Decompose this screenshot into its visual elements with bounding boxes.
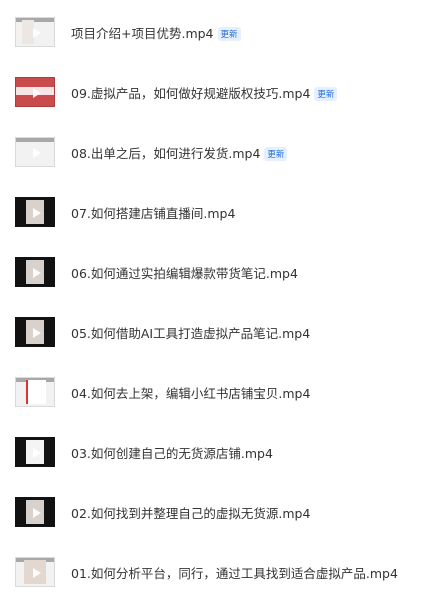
play-icon xyxy=(33,88,41,98)
video-title[interactable]: 07.如何搭建店铺直播间.mp4 xyxy=(71,203,235,222)
play-icon xyxy=(33,148,41,158)
video-item-07[interactable]: 07.如何搭建店铺直播间.mp4 xyxy=(0,197,447,241)
video-title-text: 02.如何找到并整理自己的虚拟无货源.mp4 xyxy=(71,506,311,521)
video-title[interactable]: 04.如何去上架，编辑小红书店铺宝贝.mp4 xyxy=(71,383,310,402)
video-item-05[interactable]: 05.如何借助AI工具打造虚拟产品笔记.mp4 xyxy=(0,317,447,361)
video-thumbnail[interactable] xyxy=(15,257,55,287)
video-item-09[interactable]: 09.虚拟产品，如何做好规避版权技巧.mp4 更新 xyxy=(0,77,447,121)
play-icon xyxy=(33,28,41,38)
video-thumbnail[interactable] xyxy=(15,437,55,467)
video-title-text: 06.如何通过实拍编辑爆款带货笔记.mp4 xyxy=(71,266,298,281)
video-title-text: 03.如何创建自己的无货源店铺.mp4 xyxy=(71,446,273,461)
video-thumbnail[interactable] xyxy=(15,137,55,167)
play-icon xyxy=(33,208,41,218)
video-title[interactable]: 06.如何通过实拍编辑爆款带货笔记.mp4 xyxy=(71,263,298,282)
play-icon xyxy=(33,448,41,458)
video-thumbnail[interactable] xyxy=(15,77,55,107)
video-title[interactable]: 03.如何创建自己的无货源店铺.mp4 xyxy=(71,443,273,462)
video-thumbnail[interactable] xyxy=(15,557,55,587)
video-title-text: 05.如何借助AI工具打造虚拟产品笔记.mp4 xyxy=(71,326,311,341)
update-badge: 更新 xyxy=(314,87,338,101)
video-item-intro[interactable]: 项目介绍+项目优势.mp4 更新 xyxy=(0,17,447,61)
play-icon xyxy=(33,568,41,578)
video-thumbnail[interactable] xyxy=(15,197,55,227)
video-title[interactable]: 09.虚拟产品，如何做好规避版权技巧.mp4 更新 xyxy=(71,83,338,102)
video-file-list: 项目介绍+项目优势.mp4 更新 09.虚拟产品，如何做好规避版权技巧.mp4 更新… xyxy=(0,0,447,605)
video-title[interactable]: 05.如何借助AI工具打造虚拟产品笔记.mp4 xyxy=(71,323,310,342)
video-item-04[interactable]: 04.如何去上架，编辑小红书店铺宝贝.mp4 xyxy=(0,377,447,421)
play-icon xyxy=(33,388,41,398)
video-title-text: 项目介绍+项目优势.mp4 xyxy=(71,26,214,41)
play-icon xyxy=(33,508,41,518)
video-item-03[interactable]: 03.如何创建自己的无货源店铺.mp4 xyxy=(0,437,447,481)
video-title-text: 04.如何去上架，编辑小红书店铺宝贝.mp4 xyxy=(71,386,311,401)
video-thumbnail[interactable] xyxy=(15,317,55,347)
update-badge: 更新 xyxy=(264,147,288,161)
video-title-text: 01.如何分析平台，同行，通过工具找到适合虚拟产品.mp4 xyxy=(71,566,398,581)
video-title-text: 07.如何搭建店铺直播间.mp4 xyxy=(71,206,236,221)
video-item-06[interactable]: 06.如何通过实拍编辑爆款带货笔记.mp4 xyxy=(0,257,447,301)
update-badge: 更新 xyxy=(217,27,241,41)
video-title[interactable]: 08.出单之后，如何进行发货.mp4 更新 xyxy=(71,143,288,162)
video-thumbnail[interactable] xyxy=(15,497,55,527)
video-title[interactable]: 项目介绍+项目优势.mp4 更新 xyxy=(71,23,241,42)
video-title-text: 09.虚拟产品，如何做好规避版权技巧.mp4 xyxy=(71,86,311,101)
video-thumbnail[interactable] xyxy=(15,17,55,47)
video-item-08[interactable]: 08.出单之后，如何进行发货.mp4 更新 xyxy=(0,137,447,181)
play-icon xyxy=(33,328,41,338)
video-item-02[interactable]: 02.如何找到并整理自己的虚拟无货源.mp4 xyxy=(0,497,447,541)
video-item-01[interactable]: 01.如何分析平台，同行，通过工具找到适合虚拟产品.mp4 xyxy=(0,557,447,601)
video-thumbnail[interactable] xyxy=(15,377,55,407)
video-title[interactable]: 02.如何找到并整理自己的虚拟无货源.mp4 xyxy=(71,503,310,522)
video-title[interactable]: 01.如何分析平台，同行，通过工具找到适合虚拟产品.mp4 xyxy=(71,563,398,582)
play-icon xyxy=(33,268,41,278)
video-title-text: 08.出单之后，如何进行发货.mp4 xyxy=(71,146,261,161)
